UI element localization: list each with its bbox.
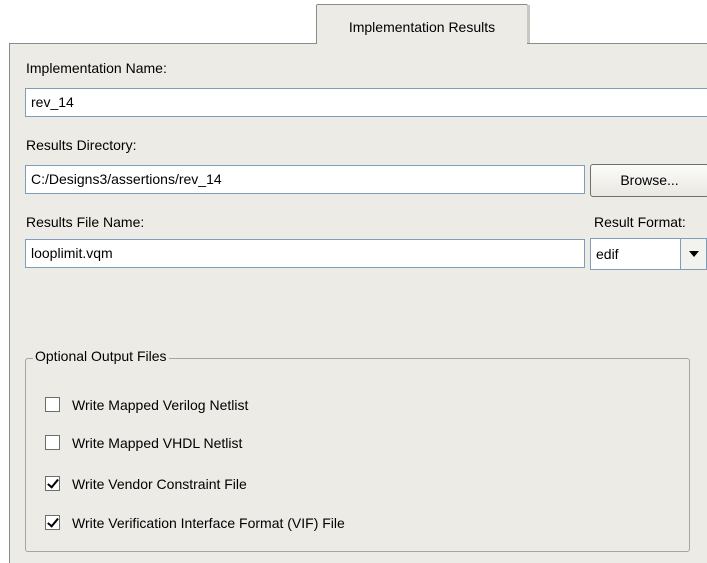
results-directory-input[interactable]: C:/Designs3/assertions/rev_14 [25, 165, 585, 194]
dropdown-arrow-button[interactable] [680, 239, 706, 269]
checkbox[interactable] [45, 515, 60, 530]
checkbox-label: Write Mapped VHDL Netlist [72, 435, 243, 451]
checkbox[interactable] [45, 397, 60, 412]
result-format-value: edif [596, 246, 619, 262]
checkbox[interactable] [45, 435, 60, 450]
result-format-select[interactable]: edif [590, 238, 707, 270]
checkbox-label: Write Verification Interface Format (VIF… [72, 515, 345, 531]
checkbox[interactable] [45, 476, 60, 491]
optional-output-files-legend: Optional Output Files [33, 348, 169, 364]
implementation-name-label: Implementation Name: [26, 60, 167, 76]
result-format-label: Result Format: [594, 214, 686, 230]
results-directory-label: Results Directory: [26, 137, 137, 153]
browse-button[interactable]: Browse... [590, 164, 707, 197]
tab-edge [527, 5, 530, 43]
checkbox-label: Write Mapped Verilog Netlist [72, 397, 249, 413]
results-file-name-input[interactable]: looplimit.vqm [25, 239, 585, 268]
chevron-down-icon [689, 251, 699, 257]
tab-implementation-results[interactable]: Implementation Results [316, 4, 528, 44]
implementation-name-input[interactable]: rev_14 [25, 88, 707, 117]
tab-label: Implementation Results [348, 19, 496, 35]
checkbox-label: Write Vendor Constraint File [72, 476, 247, 492]
results-file-name-label: Results File Name: [26, 214, 145, 230]
